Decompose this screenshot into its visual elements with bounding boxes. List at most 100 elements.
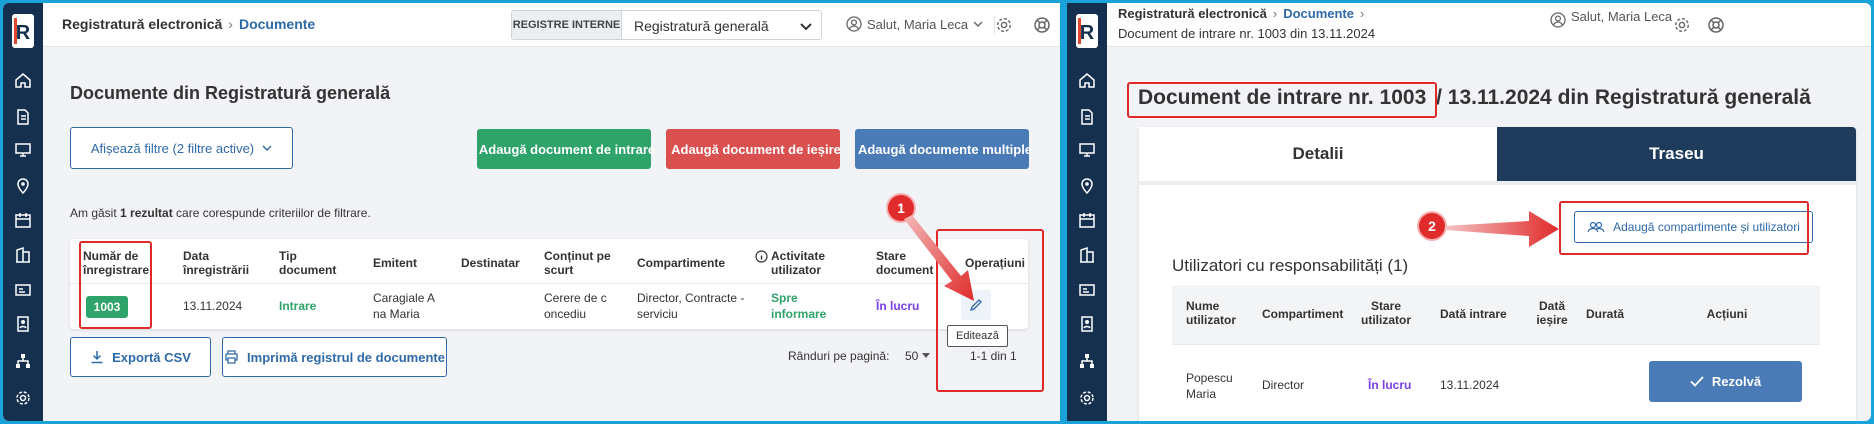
breadcrumb-root[interactable]: Registratură electronică <box>62 16 222 32</box>
top-bar: Registratură electronică › Documente › Docu… <box>1107 3 1871 47</box>
results-suffix: care corespunde criteriilor de filtrare. <box>172 206 371 220</box>
registry-selector[interactable]: REGISTRE INTERNE Registratură generală <box>511 10 822 40</box>
location-icon[interactable] <box>14 177 32 195</box>
user-badge-icon[interactable] <box>1078 315 1096 333</box>
registry-selector-value: Registratură generală <box>634 18 769 34</box>
add-incoming-document-button[interactable]: Adaugă document de intrare <box>477 129 655 169</box>
help-lifebuoy-icon[interactable] <box>1033 16 1051 34</box>
annotation-highlight <box>1127 82 1437 118</box>
user-menu[interactable]: Salut, Maria Leca <box>846 16 983 32</box>
building-icon[interactable] <box>14 246 32 264</box>
org-chart-icon[interactable] <box>1078 352 1096 370</box>
breadcrumb-root[interactable]: Registratură electronică <box>1118 6 1267 21</box>
column-header[interactable]: Conținut pe scurt <box>544 249 614 277</box>
annotation-step-badge: 2 <box>1419 213 1445 239</box>
annotation-highlight <box>79 241 152 329</box>
info-icon <box>755 250 768 263</box>
monitor-icon[interactable] <box>14 141 32 159</box>
calendar-icon[interactable] <box>14 211 32 229</box>
column-header-label: Activitate utilizator <box>771 249 826 277</box>
export-csv-label: Exportă CSV <box>112 349 191 365</box>
settings-icon[interactable] <box>14 389 32 407</box>
printer-icon <box>225 350 238 364</box>
column-header[interactable]: Data înregistrării <box>183 249 253 277</box>
breadcrumb: Registratură electronică › Documente <box>62 16 316 32</box>
rows-per-page-select[interactable]: 50 <box>905 349 931 363</box>
user-greeting: Salut, Maria Leca <box>867 16 969 32</box>
column-header: Dată intrare <box>1440 307 1507 321</box>
org-chart-icon[interactable] <box>14 352 32 370</box>
cell-departments: Director, Contracte - serviciu <box>637 291 745 321</box>
column-header: Dată ieșire <box>1536 299 1568 327</box>
column-header: Acțiuni <box>1706 307 1748 321</box>
column-header: Nume utilizator <box>1186 299 1236 327</box>
location-icon[interactable] <box>1078 177 1096 195</box>
navigation-rail: R <box>3 3 43 421</box>
home-icon[interactable] <box>1078 71 1096 89</box>
breadcrumb-current[interactable]: Documente <box>1283 6 1354 21</box>
settings-icon[interactable] <box>1078 389 1096 407</box>
document-icon[interactable] <box>14 108 32 126</box>
table-row[interactable]: 1003 13.11.2024 Intrare Caragiale A na M… <box>70 284 1028 329</box>
card-icon[interactable] <box>1078 281 1096 299</box>
column-header[interactable]: Emitent <box>373 256 417 270</box>
breadcrumb-document: Document de intrare nr. 1003 din 13.11.2… <box>1118 26 1376 41</box>
divider <box>1139 181 1856 185</box>
checkmark-icon <box>1690 376 1704 387</box>
calendar-icon[interactable] <box>1078 211 1096 229</box>
column-header[interactable]: Tip document <box>279 249 339 277</box>
user-avatar-icon <box>1550 12 1566 28</box>
caret-down-icon <box>922 353 931 358</box>
export-csv-button[interactable]: Exportă CSV <box>70 337 211 377</box>
registry-selector-label: REGISTRE INTERNE <box>512 11 622 39</box>
settings-icon[interactable] <box>994 16 1012 34</box>
add-outgoing-document-button[interactable]: Adaugă document de ieșire <box>666 129 841 169</box>
tab-details[interactable]: Detalii <box>1139 127 1497 181</box>
documents-list-screen: R Registratură electronică › Documente REG… <box>3 3 1060 421</box>
column-header-activity[interactable]: Activitate utilizator <box>755 249 841 277</box>
home-icon[interactable] <box>14 71 32 89</box>
user-badge-icon[interactable] <box>14 315 32 333</box>
help-lifebuoy-icon[interactable] <box>1707 16 1725 34</box>
column-header: Compartiment <box>1262 307 1344 321</box>
documents-table: Număr de înregistrare Data înregistrării… <box>70 239 1028 329</box>
cell-user-name: Popescu Maria <box>1186 371 1233 401</box>
cell-user-status: În lucru <box>1368 378 1412 392</box>
annotation-arrow-icon <box>904 215 974 301</box>
svg-text:R: R <box>1080 22 1095 44</box>
user-greeting: Salut, Maria Leca <box>1571 9 1673 24</box>
settings-icon[interactable] <box>1673 16 1691 34</box>
add-incoming-label: Adaugă document de intrare <box>478 141 656 157</box>
column-header[interactable]: Destinatar <box>461 256 520 270</box>
cell-type: Intrare <box>279 299 317 313</box>
document-icon[interactable] <box>1078 108 1096 126</box>
chevron-down-icon <box>800 23 812 31</box>
page-title: Documente din Registratură generală <box>70 83 391 103</box>
section-title: Utilizatori cu responsabilități (1) <box>1172 256 1409 275</box>
user-menu[interactable]: Salut, Maria Leca <box>1550 9 1672 28</box>
breadcrumb: Registratură electronică › Documente › <box>1118 6 1365 21</box>
results-prefix: Am găsit <box>70 206 121 220</box>
document-title-rest: / 13.11.2024 din Registratură generală <box>1436 86 1811 109</box>
building-icon[interactable] <box>1078 246 1096 264</box>
print-registry-button[interactable]: Imprimă registrul de documente <box>222 337 447 377</box>
download-icon <box>91 351 103 364</box>
print-registry-label: Imprimă registrul de documente <box>247 349 445 365</box>
breadcrumb-current[interactable]: Documente <box>239 16 315 32</box>
monitor-icon[interactable] <box>1078 141 1096 159</box>
column-header[interactable]: Compartimente <box>637 256 725 270</box>
add-outgoing-label: Adaugă document de ieșire <box>671 141 841 157</box>
show-filters-button[interactable]: Afișează filtre (2 filtre active) <box>70 127 293 169</box>
table-row: Popescu Maria Director În lucru 13.11.20… <box>1172 344 1820 421</box>
show-filters-label: Afișează filtre (2 filtre active) <box>90 140 255 156</box>
logo-icon: R <box>12 14 34 48</box>
details-card: Detalii Traseu Adaugă compartimente și u… <box>1139 127 1856 421</box>
add-multiple-label: Adaugă documente multiple <box>857 141 1033 157</box>
resolve-button[interactable]: Rezolvă <box>1649 361 1802 402</box>
svg-text:R: R <box>16 22 31 44</box>
tab-route[interactable]: Traseu <box>1497 127 1856 181</box>
resolve-label: Rezolvă <box>1711 374 1762 389</box>
cell-date: 13.11.2024 <box>183 299 243 313</box>
add-multiple-documents-button[interactable]: Adaugă documente multiple <box>855 129 1033 169</box>
card-icon[interactable] <box>14 281 32 299</box>
